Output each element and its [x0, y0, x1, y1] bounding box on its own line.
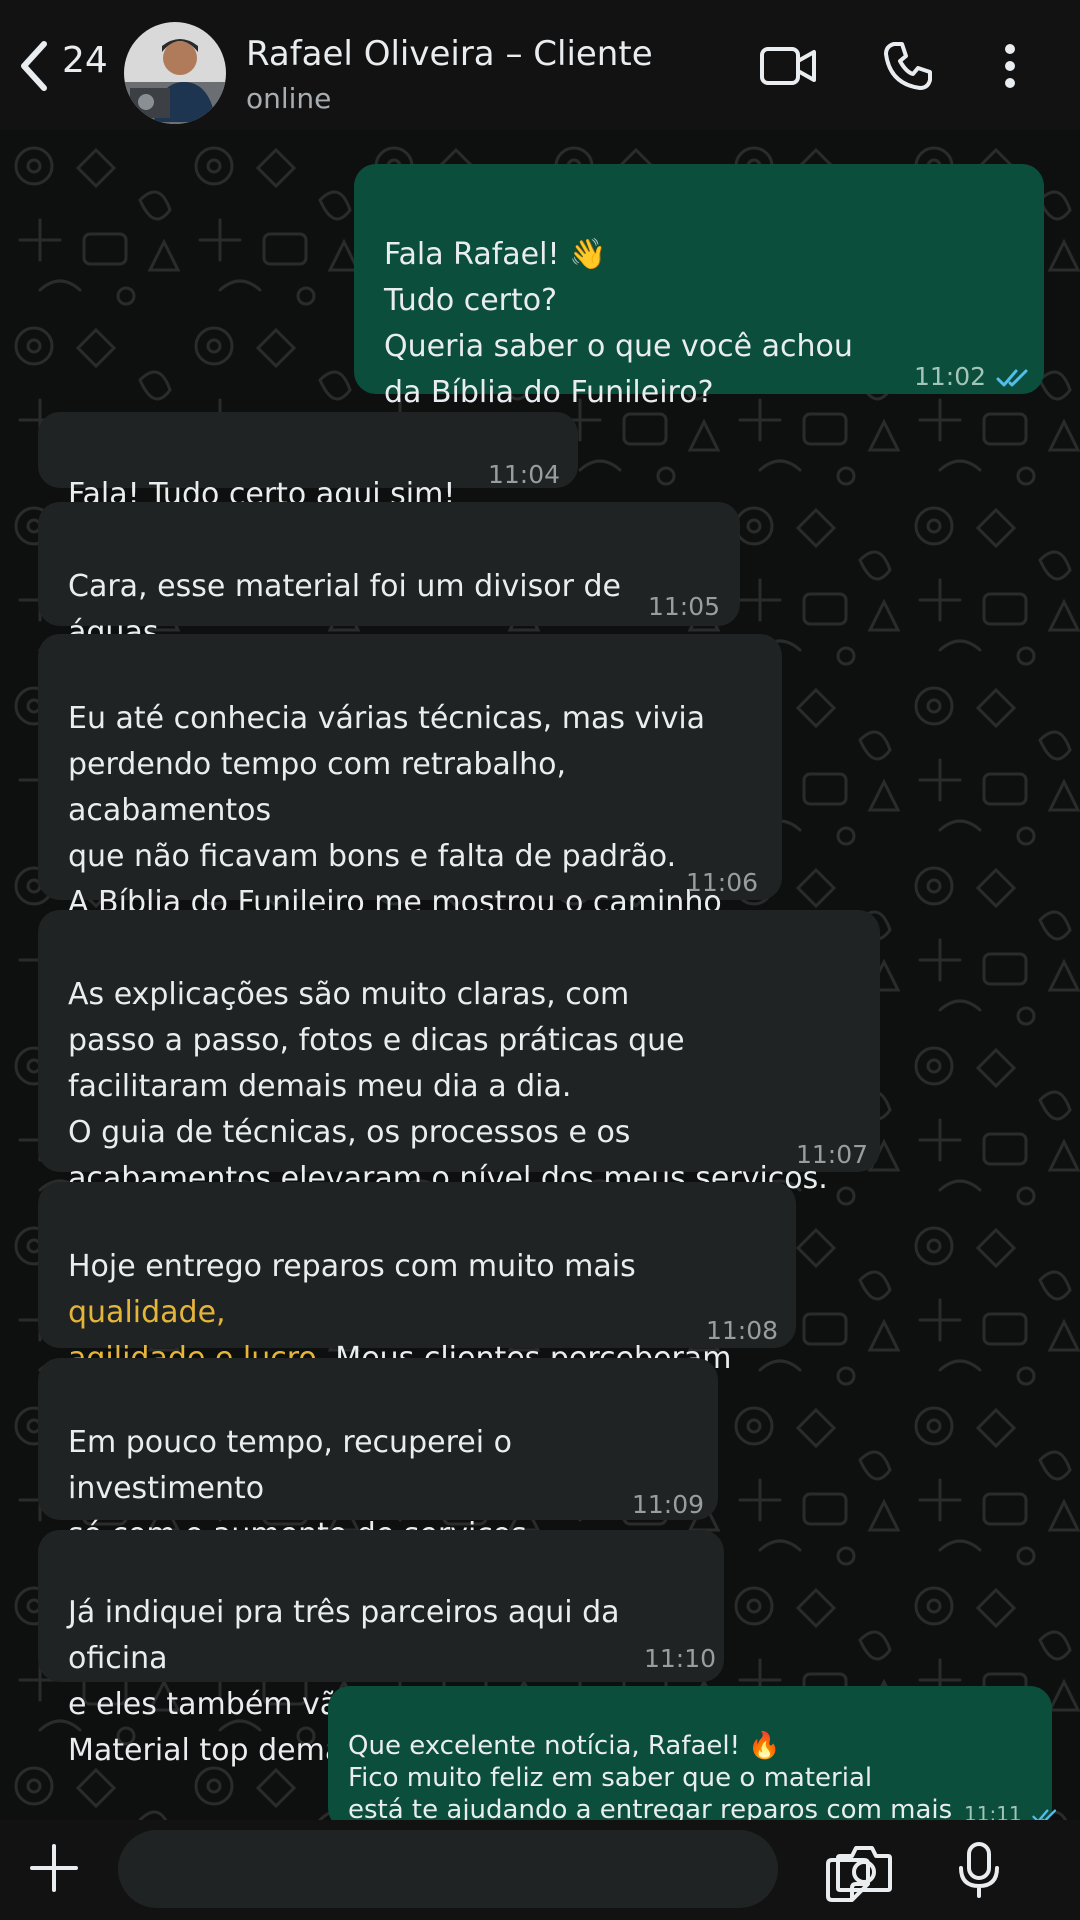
phone-icon: [884, 42, 932, 90]
message-time: 11:08: [706, 1316, 779, 1345]
message-outgoing[interactable]: Que excelente notícia, Rafael! 🔥 Fico mu…: [328, 1686, 1056, 1857]
message-incoming[interactable]: Cara, esse material foi um divisor de ág…: [38, 502, 740, 696]
message-incoming[interactable]: Eu até conhecia várias técnicas, mas viv…: [38, 634, 782, 966]
video-call-icon: [760, 47, 816, 85]
message-incoming[interactable]: Já indiquei pra três parceiros aqui da o…: [38, 1530, 724, 1768]
message-incoming[interactable]: Fala! Tudo certo aqui sim! 11:04: [38, 412, 578, 512]
chat-header: 24 Rafael Oliveira – Cliente online: [0, 0, 1080, 130]
contact-name[interactable]: Rafael Oliveira – Cliente: [246, 34, 653, 74]
message-time: 11:09: [632, 1490, 705, 1519]
camera-icon[interactable]: [834, 1842, 894, 1896]
message-incoming[interactable]: Hoje entrego reparos com muito mais qual…: [38, 1182, 796, 1422]
message-time: 11:04: [488, 460, 561, 489]
message-text: As explicações são muito claras, com pas…: [68, 977, 828, 1196]
mic-icon[interactable]: [956, 1840, 1002, 1900]
more-options-button[interactable]: [982, 38, 1038, 94]
message-time: 11:05: [648, 592, 721, 621]
message-incoming[interactable]: Em pouco tempo, recuperei o investimento…: [38, 1358, 718, 1644]
message-time: 11:02: [914, 354, 1030, 400]
plus-icon[interactable]: [26, 1840, 82, 1896]
voice-call-button[interactable]: [876, 38, 940, 94]
composer-bar: [0, 1820, 1080, 1920]
message-input[interactable]: [118, 1830, 870, 1908]
message-time: 11:07: [796, 1140, 869, 1169]
unread-count[interactable]: 24: [62, 40, 108, 81]
message-time: 11:06: [686, 868, 759, 897]
contact-avatar[interactable]: [124, 22, 226, 124]
message-time: 11:10: [644, 1644, 717, 1673]
chat-screen: 24 Rafael Oliveira – Cliente online Fala…: [0, 0, 1080, 1920]
contact-status: online: [246, 82, 332, 115]
message-incoming[interactable]: As explicações são muito claras, com pas…: [38, 910, 880, 1196]
back-chevron-icon[interactable]: [14, 38, 54, 94]
more-vert-icon: [1005, 44, 1015, 88]
video-call-button[interactable]: [756, 38, 820, 94]
message-outgoing[interactable]: Fala Rafael! 👋 Tudo certo? Queria saber …: [354, 164, 1044, 410]
read-receipt-icon: [996, 369, 1028, 387]
